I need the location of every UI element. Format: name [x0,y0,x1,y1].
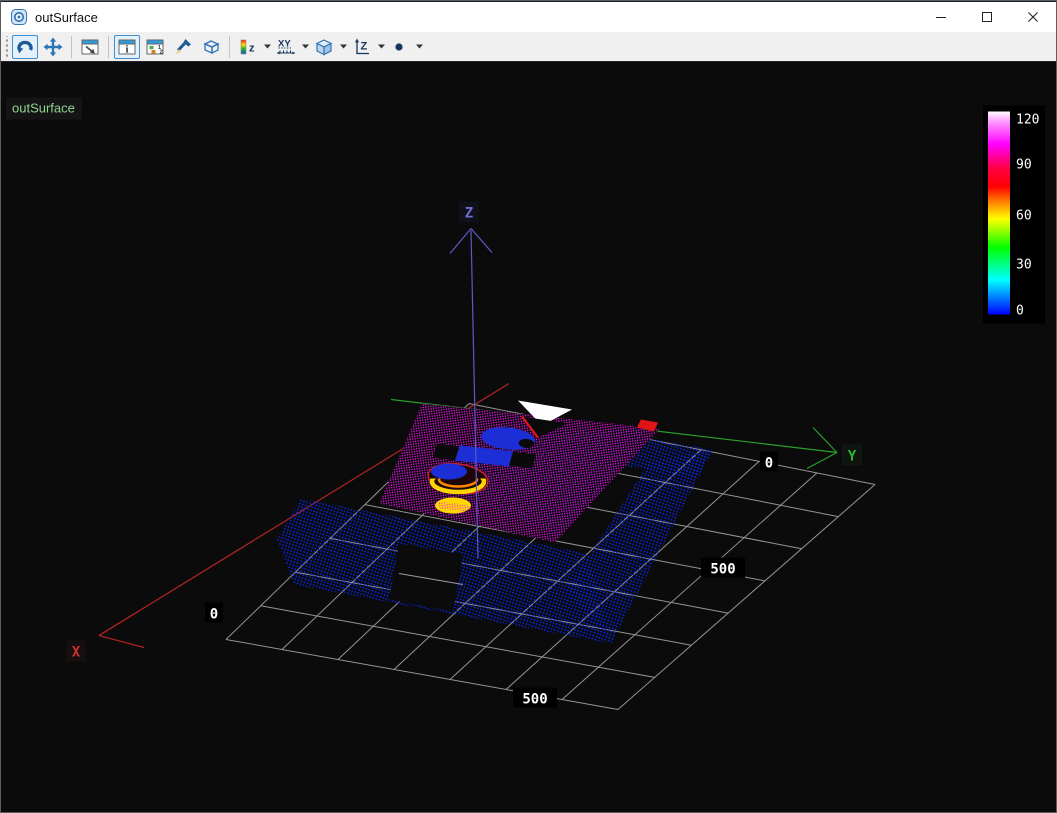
rotate-button[interactable] [12,35,38,59]
colorbar-z-icon: z [238,37,258,57]
chevron-down-icon [302,44,309,49]
minimize-button[interactable] [918,2,964,32]
chevron-down-icon [378,44,385,49]
axes-xy-dropdown[interactable] [300,35,310,59]
cloud-hole [389,544,463,612]
cube-icon [314,37,334,57]
bounding-box-icon [201,37,221,57]
point-size-dropdown[interactable] [414,35,424,59]
tick-y-500: 500 [701,558,745,578]
colorbar-z-dropdown[interactable] [262,35,272,59]
y-axis-label: Y [842,445,862,466]
toolbar-separator [71,36,72,58]
colorbar-tick: 30 [1016,258,1032,273]
toolbar-grip[interactable] [3,36,9,58]
rotate-icon [15,37,35,57]
legend-icon: 1 2 [145,37,165,57]
cube-view-button[interactable] [311,35,337,59]
z-axis-label: Z [459,202,479,223]
colorbar-tick: 120 [1016,113,1039,128]
colorbar-z-button[interactable]: z [235,35,261,59]
axis-z-icon: Z [352,37,372,57]
minimize-icon [935,11,947,23]
x-axis-label: X [66,641,86,662]
pan-button[interactable] [40,35,66,59]
scene-canvas: Z Y X 0 500 0 [1,62,1056,813]
cube-view-dropdown[interactable] [338,35,348,59]
colorbar-tick: 0 [1016,304,1024,319]
color-picker-button[interactable] [170,35,196,59]
svg-text:500: 500 [522,692,547,708]
svg-text:Z: Z [361,40,368,52]
svg-text:0: 0 [210,607,218,623]
titlebar[interactable]: outSurface [1,1,1056,32]
svg-text:X: X [72,645,81,661]
point-size-button[interactable] [387,35,413,59]
close-button[interactable] [1010,2,1056,32]
close-icon [1027,11,1039,23]
svg-text:Z: Z [465,206,473,222]
svg-text:Y: Y [848,449,857,465]
fit-view-button[interactable] [77,35,103,59]
legend-button[interactable]: 1 2 [142,35,168,59]
svg-text:0: 0 [765,456,773,472]
info-button[interactable]: i [114,35,140,59]
maximize-icon [981,11,993,23]
eyedropper-icon [173,37,193,57]
point-icon [390,37,410,57]
chevron-down-icon [416,44,423,49]
chevron-down-icon [264,44,271,49]
scene-label: outSurface [6,98,82,120]
toolbar: i 1 2 [1,32,1056,62]
app-icon [11,9,27,25]
colorbar: 120 90 60 30 0 [983,106,1045,324]
colorbar-tick: 90 [1016,158,1032,173]
window-title: outSurface [35,10,98,25]
maximize-button[interactable] [964,2,1010,32]
svg-text:500: 500 [710,562,735,578]
toolbar-separator [229,36,230,58]
info-icon: i [117,37,137,57]
colorbar-tick: 60 [1016,209,1032,224]
axis-z-dropdown[interactable] [376,35,386,59]
fit-view-icon [80,37,100,57]
chevron-down-icon [340,44,347,49]
axis-z-button[interactable]: Z [349,35,375,59]
surface-notch-left [433,444,459,461]
bounding-box-button[interactable] [198,35,224,59]
tick-x-0: 0 [205,603,223,623]
tick-y-0: 0 [760,452,778,472]
toolbar-separator [108,36,109,58]
svg-text:z: z [249,42,255,54]
svg-text:2: 2 [160,49,163,55]
axes-xy-icon: XY [275,37,297,57]
app-window: Z Y X 0 500 0 [0,0,1057,813]
svg-text:outSurface: outSurface [12,101,75,116]
axes-xy-button[interactable]: XY [273,35,299,59]
svg-text:i: i [126,44,129,55]
scene-viewport[interactable]: Z Y X 0 500 0 [1,62,1056,812]
pan-icon [43,37,63,57]
colorbar-gradient [988,112,1010,315]
surface-notch-right [509,452,536,469]
tick-x-500: 500 [513,688,557,708]
